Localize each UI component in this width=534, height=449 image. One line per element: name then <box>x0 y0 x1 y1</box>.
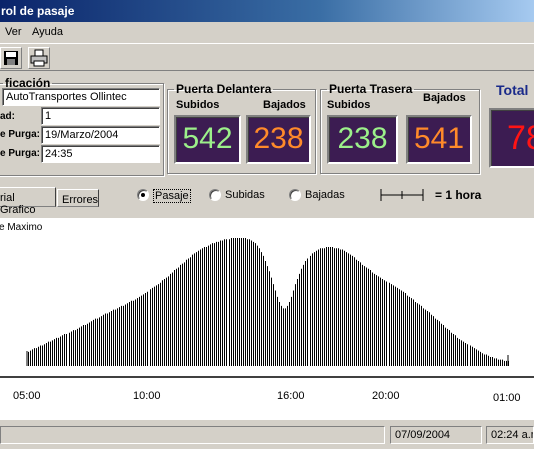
radio-subidas[interactable] <box>209 189 221 201</box>
radio-pasaje[interactable] <box>137 189 149 201</box>
menu-ver[interactable]: Ver <box>5 26 22 38</box>
purge-time-field[interactable]: 24:35 <box>41 145 160 163</box>
tab-errores[interactable]: Errores <box>57 189 99 207</box>
unit-field[interactable]: 1 <box>41 107 160 125</box>
rear-up-label: Subidos <box>327 99 371 111</box>
rear-up-counter: 238 <box>327 115 398 164</box>
front-down-label: Bajados <box>263 99 306 111</box>
radio-bajadas-label[interactable]: Bajadas <box>305 189 345 201</box>
save-button[interactable] <box>0 47 22 69</box>
passenger-chart <box>26 238 509 366</box>
radio-selected-dot <box>141 193 145 197</box>
tick-label: 01:00 <box>493 392 521 404</box>
window-title: rol de pasaje <box>1 4 75 18</box>
company-field[interactable]: AutoTransportes Ollintec <box>2 88 160 106</box>
menu-bar: Ver Ayuda <box>0 23 534 42</box>
status-date: 07/09/2004 <box>390 426 482 444</box>
front-down-counter: 238 <box>246 115 311 164</box>
tick-label: 05:00 <box>13 390 41 402</box>
print-button[interactable] <box>28 47 50 69</box>
front-up-counter: 542 <box>174 115 241 164</box>
unit-label: ad: <box>0 111 15 122</box>
radio-bajadas[interactable] <box>289 189 301 201</box>
tick-label: 16:00 <box>277 390 305 402</box>
total-counter: 78 <box>489 108 534 168</box>
radio-subidas-label[interactable]: Subidas <box>225 189 265 201</box>
rear-door-legend: Puerta Trasera <box>329 82 413 96</box>
status-time: 02:24 a.m <box>486 426 534 444</box>
front-door-legend: Puerta Delantera <box>176 82 272 96</box>
time-axis: 05:00 10:00 16:00 20:00 01:00 <box>0 376 534 420</box>
front-up-label: Subidos <box>176 99 220 111</box>
purge-date-label: e Purga: <box>0 129 41 140</box>
status-bar: 07/09/2004 02:24 a.m <box>0 423 534 449</box>
scale-legend: = 1 hora <box>435 188 482 202</box>
rear-down-label: Bajados <box>423 92 466 104</box>
printer-icon <box>30 49 48 67</box>
total-label: Total <box>496 82 529 98</box>
title-bar: rol de pasaje <box>0 0 534 22</box>
purge-date-field[interactable]: 19/Marzo/2004 <box>41 126 160 144</box>
purge-time-label: e Purga: <box>0 148 41 159</box>
chart-area: e Maximo <box>0 218 534 376</box>
status-panel-main <box>0 426 385 444</box>
rear-down-counter: 541 <box>406 115 472 164</box>
tick-label: 10:00 <box>133 390 161 402</box>
scale-marker-icon <box>380 189 424 201</box>
floppy-disk-icon <box>4 51 18 65</box>
menu-ayuda[interactable]: Ayuda <box>32 26 63 38</box>
tab-grafico[interactable]: rial Grafico <box>0 187 56 216</box>
toolbar <box>0 43 534 71</box>
radio-pasaje-label[interactable]: Pasaje <box>153 189 191 203</box>
tick-label: 20:00 <box>372 390 400 402</box>
